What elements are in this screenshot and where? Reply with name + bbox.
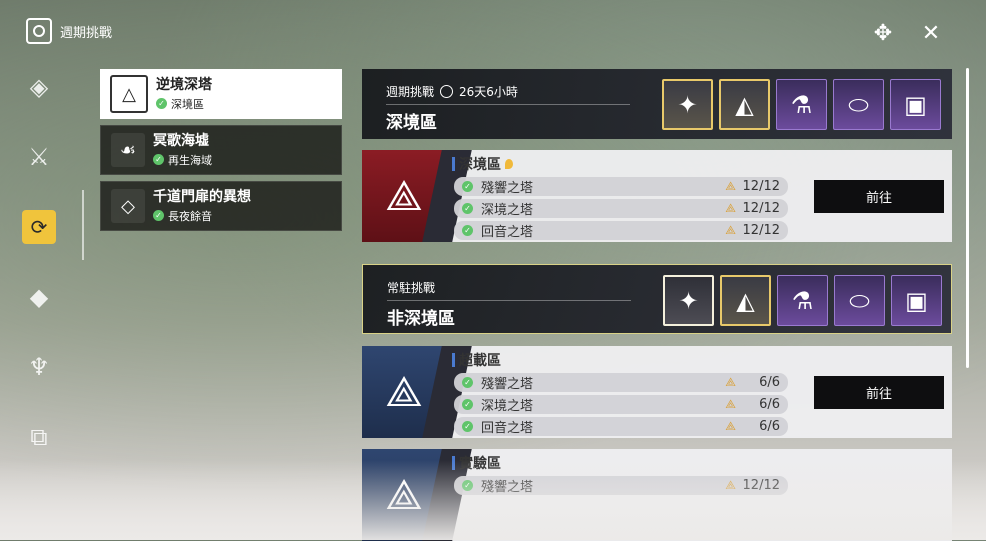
close-icon[interactable]: ✕ — [916, 18, 946, 48]
category-name: 逆境深塔 — [156, 76, 212, 93]
tower-name: 殘響之塔 — [481, 181, 534, 196]
cartridge-reward-icon[interactable]: ▣ — [890, 79, 941, 130]
rail-divider — [82, 190, 84, 260]
triangle-icon: ⟁ — [725, 375, 736, 389]
tower-count: 12/12 — [742, 179, 780, 194]
tower-name: 回音之塔 — [481, 421, 534, 436]
permanent-label: 常駐挑戰 — [387, 281, 436, 295]
permanent-challenge-header: 常駐挑戰 非深境區 ✦ ◭ ⚗ ⬭ ▣ — [362, 264, 952, 334]
prism-reward-icon[interactable]: ◭ — [719, 79, 770, 130]
category-sub: 長夜餘音 — [168, 209, 212, 223]
zone-name: 深境區 — [459, 157, 501, 173]
capsule-reward-icon[interactable]: ⬭ — [833, 79, 884, 130]
tower-count: 12/12 — [742, 223, 780, 238]
category-sub: 再生海域 — [168, 153, 212, 167]
weekly-challenge-header: 週期挑戰 26天6小時 深境區 ✦ ◭ ⚗ ⬭ ▣ — [362, 69, 952, 139]
triangle-icon: ⟁ — [725, 419, 736, 433]
compass-menu-icon[interactable]: ✥ — [868, 18, 898, 48]
prism-reward-icon[interactable]: ◭ — [720, 275, 771, 326]
vial-reward-icon[interactable]: ⚗ — [776, 79, 827, 130]
triangle-icon: ⟁ — [725, 201, 736, 215]
tower-count: 12/12 — [742, 478, 780, 493]
mask-icon[interactable]: ◆ — [22, 280, 56, 314]
triangle-icon: ⟁ — [725, 478, 736, 492]
left-rail: ◈ ⚔ ⟳ ◆ ♆ ⧉ — [22, 70, 56, 490]
category-item[interactable]: △ 逆境深塔 ✓ 深境區 — [100, 69, 342, 119]
vial-reward-icon[interactable]: ⚗ — [777, 275, 828, 326]
tower-count: 6/6 — [759, 419, 780, 434]
tower-row: ✓ 深境之塔 ⟁ 6/6 — [454, 395, 788, 414]
location-pin-icon — [505, 159, 513, 169]
tower-count: 6/6 — [759, 397, 780, 412]
tower-row: ✓ 殘響之塔 ⟁ 12/12 — [454, 476, 788, 495]
check-icon: ✓ — [156, 98, 167, 109]
check-icon: ✓ — [462, 181, 473, 192]
zone-card: ⟁ 實驗區 ✓ 殘響之塔 ⟁ 12/12 — [362, 449, 952, 541]
category-sub: 深境區 — [171, 97, 204, 111]
go-button[interactable]: 前往 — [814, 376, 944, 409]
page-title: 週期挑戰 — [60, 25, 113, 41]
tower-row: ✓ 回音之塔 ⟁ 12/12 — [454, 221, 788, 240]
permanent-title: 非深境區 — [387, 309, 455, 329]
tower-count: 6/6 — [759, 375, 780, 390]
check-icon: ✓ — [462, 421, 473, 432]
triangle-emblem-icon: △ — [110, 75, 148, 113]
gate-diamond-icon: ◇ — [111, 189, 145, 223]
weekly-title: 深境區 — [386, 113, 437, 133]
weekly-time: 26天6小時 — [459, 85, 518, 99]
wave-beast-icon: ☙ — [111, 133, 145, 167]
star-crystal-reward-icon[interactable]: ✦ — [663, 275, 714, 326]
zone-name: 實驗區 — [459, 456, 501, 472]
check-icon: ✓ — [462, 480, 473, 491]
tower-name: 殘響之塔 — [481, 480, 534, 495]
tower-name: 殘響之塔 — [481, 377, 534, 392]
tower-row: ✓ 殘響之塔 ⟁ 12/12 — [454, 177, 788, 196]
category-name: 冥歌海墟 — [153, 132, 209, 149]
reward-list: ✦ ◭ ⚗ ⬭ ▣ — [662, 79, 941, 130]
door-icon[interactable]: ⧉ — [22, 420, 56, 454]
check-icon: ✓ — [462, 399, 473, 410]
divider — [386, 104, 630, 105]
top-bar: 週期挑戰 — [26, 18, 112, 44]
capsule-reward-icon[interactable]: ⬭ — [834, 275, 885, 326]
zone-name: 超載區 — [459, 353, 501, 369]
check-icon: ✓ — [153, 154, 164, 165]
go-button[interactable]: 前往 — [814, 180, 944, 213]
weekly-label: 週期挑戰 — [386, 85, 435, 99]
tower-name: 深境之塔 — [481, 203, 534, 218]
top-right-controls: ✥ ✕ — [868, 18, 946, 48]
category-item[interactable]: ☙ 冥歌海墟 ✓ 再生海域 — [100, 125, 342, 175]
star-crystal-reward-icon[interactable]: ✦ — [662, 79, 713, 130]
tower-row: ✓ 深境之塔 ⟁ 12/12 — [454, 199, 788, 218]
tower-name: 回音之塔 — [481, 225, 534, 240]
divider — [387, 300, 631, 301]
weekly-challenge-icon — [26, 18, 52, 44]
category-item[interactable]: ◇ 千道門扉的異想 ✓ 長夜餘音 — [100, 181, 342, 231]
demon-icon[interactable]: ♆ — [22, 350, 56, 384]
check-icon: ✓ — [462, 203, 473, 214]
scrollbar[interactable] — [966, 68, 969, 368]
check-icon: ✓ — [462, 225, 473, 236]
check-icon: ✓ — [153, 210, 164, 221]
tower-row: ✓ 回音之塔 ⟁ 6/6 — [454, 417, 788, 436]
zone-card: ⟁ 深境區 ✓ 殘響之塔 ⟁ 12/12 ✓ 深境之塔 ⟁ 12/12 ✓ 回音之塔 ⟁ 12/1… — [362, 150, 952, 242]
category-name: 千道門扉的異想 — [153, 188, 251, 205]
weekly-challenge-icon[interactable]: ⟳ — [22, 210, 56, 244]
cartridge-reward-icon[interactable]: ▣ — [891, 275, 942, 326]
triangle-icon: ⟁ — [725, 397, 736, 411]
compass-star-icon[interactable]: ◈ — [22, 70, 56, 104]
triangle-icon: ⟁ — [725, 179, 736, 193]
clock-icon — [440, 85, 454, 98]
reward-list: ✦ ◭ ⚗ ⬭ ▣ — [663, 275, 942, 326]
tower-row: ✓ 殘響之塔 ⟁ 6/6 — [454, 373, 788, 392]
tower-name: 深境之塔 — [481, 399, 534, 414]
triangle-icon: ⟁ — [725, 223, 736, 237]
crossed-swords-icon[interactable]: ⚔ — [22, 140, 56, 174]
zone-card: ⟁ 超載區 ✓ 殘響之塔 ⟁ 6/6 ✓ 深境之塔 ⟁ 6/6 ✓ 回音之塔 ⟁ 6/6 前往 — [362, 346, 952, 438]
check-icon: ✓ — [462, 377, 473, 388]
tower-count: 12/12 — [742, 201, 780, 216]
